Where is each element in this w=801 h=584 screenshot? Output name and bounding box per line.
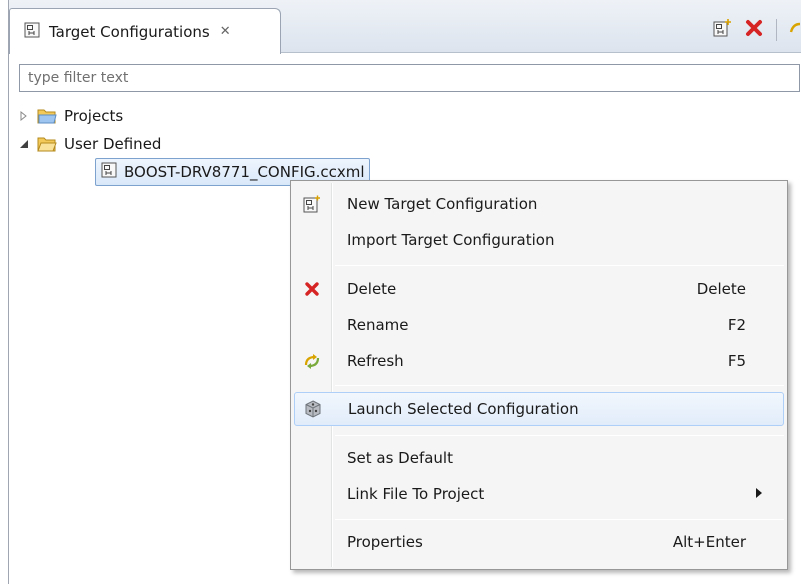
new-target-config-icon[interactable] xyxy=(712,18,732,42)
refresh-icon xyxy=(294,352,330,370)
ccxml-file-icon xyxy=(101,162,117,182)
close-icon[interactable]: ✕ xyxy=(220,24,231,39)
menu-item-rename[interactable]: Rename F2 xyxy=(294,308,784,342)
filter-field[interactable] xyxy=(19,64,800,92)
toolbar-separator xyxy=(776,19,777,41)
menu-separator xyxy=(335,519,784,520)
menu-item-label: Launch Selected Configuration xyxy=(348,400,579,418)
menu-separator xyxy=(335,435,784,436)
menu-item-delete[interactable]: Delete Delete xyxy=(294,272,784,306)
tree-item-label: User Defined xyxy=(64,135,162,153)
menu-item-launch-selected-configuration[interactable]: Launch Selected Configuration xyxy=(294,392,784,426)
folder-icon xyxy=(37,108,57,124)
tree-item-projects[interactable]: Projects xyxy=(17,104,123,128)
tab-target-configurations[interactable]: Target Configurations ✕ xyxy=(9,8,281,54)
expanded-arrow-icon[interactable] xyxy=(17,139,31,149)
tab-label: Target Configurations xyxy=(49,22,210,41)
menu-item-refresh[interactable]: Refresh F5 xyxy=(294,344,784,378)
launch-cube-icon xyxy=(295,399,331,419)
new-target-config-icon xyxy=(294,195,330,213)
menu-item-shortcut: Alt+Enter xyxy=(672,533,746,551)
menu-item-label: New Target Configuration xyxy=(347,195,538,213)
collapsed-arrow-icon[interactable] xyxy=(17,111,31,121)
view-toolbar xyxy=(712,18,801,42)
menu-item-label: Refresh xyxy=(347,352,404,370)
refresh-icon[interactable] xyxy=(789,18,801,42)
view-tab-bar: Target Configurations ✕ xyxy=(9,0,801,54)
tree-item-user-defined[interactable]: User Defined xyxy=(17,132,161,156)
submenu-arrow-icon xyxy=(756,487,762,501)
menu-item-shortcut: Delete xyxy=(696,280,746,298)
menu-item-label: Delete xyxy=(347,280,397,298)
menu-item-new-target-configuration[interactable]: New Target Configuration xyxy=(294,187,784,221)
menu-item-label: Properties xyxy=(347,533,423,551)
menu-item-set-as-default[interactable]: Set as Default xyxy=(294,441,784,475)
menu-separator xyxy=(335,385,784,386)
menu-item-label: Set as Default xyxy=(347,449,453,467)
menu-item-shortcut: F2 xyxy=(727,316,746,334)
menu-item-link-file-to-project[interactable]: Link File To Project xyxy=(294,477,784,511)
context-menu: New Target Configuration Import Target C… xyxy=(290,180,788,570)
menu-item-shortcut: F5 xyxy=(727,352,746,370)
menu-item-label: Rename xyxy=(347,316,409,334)
menu-item-label: Link File To Project xyxy=(347,485,485,503)
menu-item-label: Import Target Configuration xyxy=(347,231,555,249)
filter-input[interactable] xyxy=(20,70,799,86)
delete-icon xyxy=(294,281,330,297)
open-folder-icon xyxy=(37,136,57,152)
menu-item-properties[interactable]: Properties Alt+Enter xyxy=(294,525,784,559)
tree-item-label: Projects xyxy=(64,107,124,125)
target-config-icon xyxy=(24,22,40,42)
delete-icon[interactable] xyxy=(744,18,764,42)
tree-item-label: BOOST-DRV8771_CONFIG.ccxml xyxy=(124,163,365,181)
menu-separator xyxy=(335,265,784,266)
menu-item-import-target-configuration[interactable]: Import Target Configuration xyxy=(294,223,784,257)
